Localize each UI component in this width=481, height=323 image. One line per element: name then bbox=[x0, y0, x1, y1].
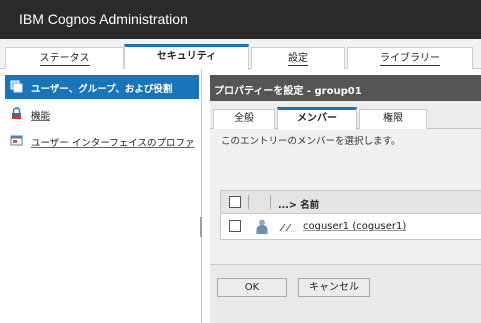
tab-library[interactable]: ライブラリー bbox=[347, 47, 473, 69]
tab-library-label: ライブラリー bbox=[380, 53, 440, 66]
panel-header: プロパティーを設定 - group01 bbox=[210, 75, 481, 101]
tab-configuration-label: 設定 bbox=[288, 53, 308, 66]
users-groups-icon bbox=[10, 80, 23, 93]
sidebar-item-label: ユーザー インターフェイスのプロファ bbox=[31, 138, 195, 149]
row-checkbox[interactable] bbox=[229, 220, 241, 232]
sidebar-item-users-groups-roles[interactable]: ユーザー、グループ、および役割 bbox=[5, 75, 199, 99]
members-instructions: このエントリーのメンバーを選択します。 bbox=[221, 136, 401, 147]
ui-profile-icon bbox=[10, 135, 23, 146]
app-title: IBM Cognos Administration bbox=[19, 11, 188, 27]
column-divider bbox=[270, 195, 271, 209]
tab-status-label: ステータス bbox=[39, 53, 90, 66]
tab-permissions[interactable]: 権限 bbox=[359, 109, 427, 129]
panel-title: プロパティーを設定 - group01 bbox=[214, 86, 362, 97]
sidebar-item-ui-profiles[interactable]: ユーザー インターフェイスのプロファ bbox=[5, 129, 199, 153]
table-row: coguser1 (coguser1) bbox=[221, 214, 481, 240]
properties-tab-bar: 全般 メンバー 権限 bbox=[210, 101, 481, 130]
sidebar-item-label: 機能 bbox=[31, 111, 51, 122]
list-header: ...> 名前 bbox=[221, 191, 481, 214]
tab-security-label: セキュリティ bbox=[156, 51, 217, 62]
tab-members-label: メンバー bbox=[297, 113, 337, 124]
sidebar-item-capabilities[interactable]: 機能 bbox=[5, 102, 199, 126]
members-list: ...> 名前 coguser1 (coguser1) bbox=[220, 190, 481, 240]
sidebar: ユーザー、グループ、および役割 機能 ユーザー インターフェイスのプロファ bbox=[0, 69, 202, 323]
tab-general-label: 全般 bbox=[234, 113, 254, 124]
top-tab-bar: ステータス セキュリティ 設定 ライブラリー bbox=[0, 39, 481, 70]
select-all-checkbox[interactable] bbox=[229, 196, 241, 208]
tab-permissions-label: 権限 bbox=[383, 113, 403, 124]
member-name-link[interactable]: coguser1 (coguser1) bbox=[303, 221, 406, 232]
column-divider bbox=[248, 195, 249, 209]
tab-members[interactable]: メンバー bbox=[277, 107, 357, 130]
tab-security[interactable]: セキュリティ bbox=[124, 44, 249, 70]
user-icon bbox=[256, 219, 268, 234]
name-column-header[interactable]: ...> 名前 bbox=[278, 197, 319, 211]
lock-icon bbox=[12, 107, 21, 119]
set-properties-panel: プロパティーを設定 - group01 全般 メンバー 権限 このエントリーのメ… bbox=[210, 75, 481, 323]
app-header: IBM Cognos Administration bbox=[0, 0, 481, 39]
panel-footer: OK キャンセル bbox=[210, 264, 481, 323]
path-icon[interactable] bbox=[278, 222, 298, 232]
ok-button[interactable]: OK bbox=[217, 278, 287, 297]
sidebar-resize-handle[interactable] bbox=[200, 217, 202, 237]
tab-general[interactable]: 全般 bbox=[213, 109, 275, 129]
tab-configuration[interactable]: 設定 bbox=[251, 47, 345, 69]
tab-status[interactable]: ステータス bbox=[5, 47, 124, 69]
sidebar-item-label: ユーザー、グループ、および役割 bbox=[31, 84, 173, 95]
cancel-button[interactable]: キャンセル bbox=[298, 278, 370, 297]
